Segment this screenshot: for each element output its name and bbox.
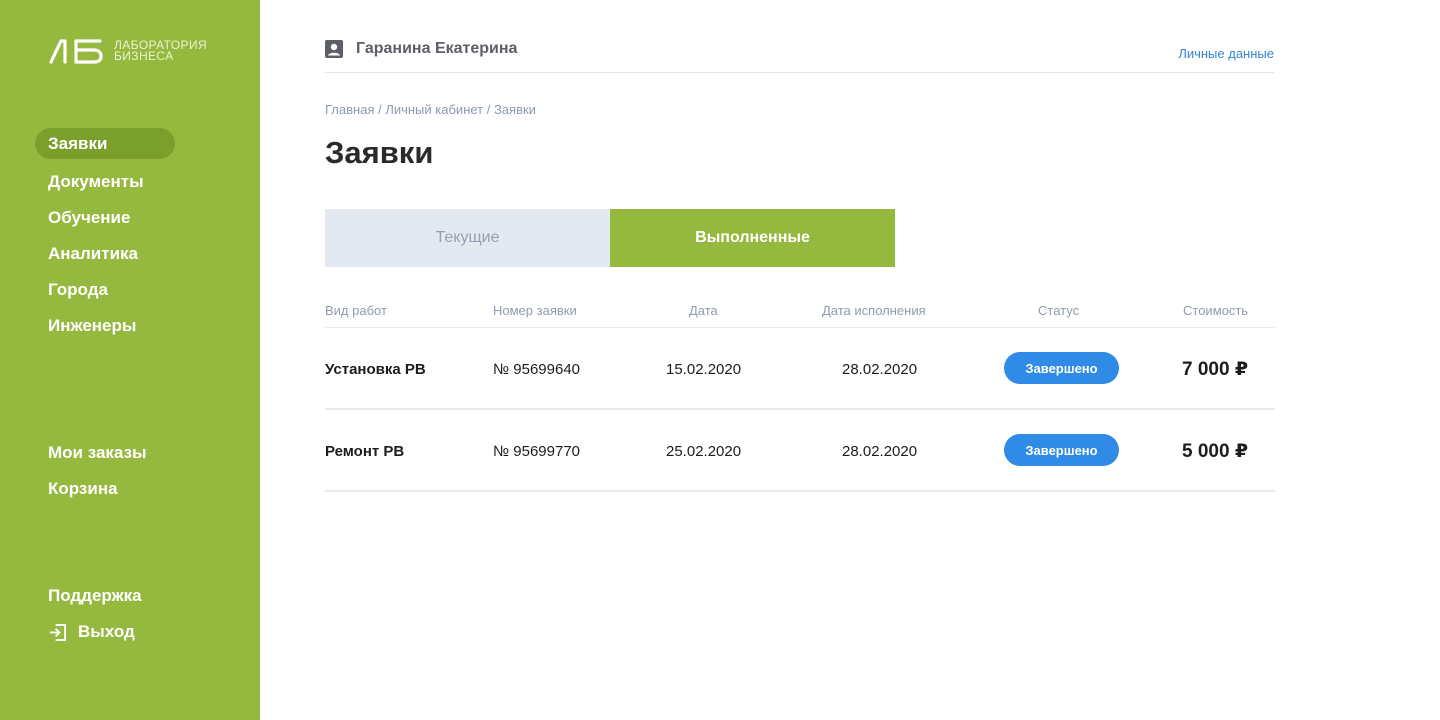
sidebar-orders-nav: Мои заказы Корзина: [35, 435, 235, 507]
tab-current[interactable]: Текущие: [325, 209, 610, 267]
cell-request-number: № 95699770: [493, 443, 580, 460]
logo-mark-icon: [49, 39, 103, 64]
breadcrumb[interactable]: Главная / Личный кабинет / Заявки: [325, 102, 536, 117]
cell-work-type: Установка РВ: [325, 361, 426, 378]
sidebar-item-education[interactable]: Обучение: [35, 200, 175, 236]
sidebar-item-analytics[interactable]: Аналитика: [35, 236, 175, 272]
page-title: Заявки: [325, 135, 434, 170]
column-header-status: Статус: [1038, 303, 1080, 318]
cell-work-type: Ремонт РВ: [325, 443, 405, 460]
sidebar-item-requests[interactable]: Заявки: [35, 128, 175, 159]
cell-price: 5 000 ₽: [1182, 441, 1249, 462]
cell-completion-date: 28.02.2020: [842, 443, 918, 460]
cell-date: 15.02.2020: [666, 361, 742, 378]
header: Гаранина Екатерина Личные данные: [325, 36, 1274, 73]
logo[interactable]: ЛАБОРАТОРИЯ БИЗНЕСА: [48, 38, 207, 64]
sidebar: ЛАБОРАТОРИЯ БИЗНЕСА Заявки Документы Обу…: [0, 0, 260, 720]
sidebar-bottom-nav: Поддержка Выход: [35, 578, 235, 650]
table-header: Вид работ Номер заявки Дата Дата исполне…: [325, 294, 1275, 328]
tabs: Текущие Выполненные: [325, 209, 895, 267]
personal-data-link[interactable]: Личные данные: [1178, 46, 1274, 61]
exit-icon: [49, 623, 67, 641]
requests-table: Вид работ Номер заявки Дата Дата исполне…: [325, 294, 1275, 492]
logo-text: ЛАБОРАТОРИЯ БИЗНЕСА: [114, 39, 207, 63]
sidebar-item-support[interactable]: Поддержка: [35, 578, 175, 614]
sidebar-item-my-orders[interactable]: Мои заказы: [35, 435, 175, 471]
sidebar-item-engineers[interactable]: Инженеры: [35, 308, 175, 344]
sidebar-main-nav: Заявки Документы Обучение Аналитика Горо…: [35, 128, 235, 344]
sidebar-item-logout[interactable]: Выход: [35, 614, 175, 650]
sidebar-item-documents[interactable]: Документы: [35, 164, 175, 200]
status-badge: Завершено: [1004, 352, 1119, 384]
cell-date: 25.02.2020: [666, 443, 742, 460]
tab-completed[interactable]: Выполненные: [610, 209, 895, 267]
sidebar-item-logout-label: Выход: [78, 622, 135, 641]
cell-completion-date: 28.02.2020: [842, 361, 918, 378]
cell-price: 7 000 ₽: [1182, 359, 1249, 380]
user-info: Гаранина Екатерина: [325, 40, 517, 58]
sidebar-item-cities[interactable]: Города: [35, 272, 175, 308]
table-row[interactable]: Ремонт РВ № 95699770 25.02.2020 28.02.20…: [325, 410, 1275, 492]
table-row[interactable]: Установка РВ № 95699640 15.02.2020 28.02…: [325, 328, 1275, 410]
logo-text-line2: БИЗНЕСА: [114, 49, 174, 63]
user-name: Гаранина Екатерина: [356, 40, 518, 57]
user-profile-icon: [325, 40, 343, 58]
column-header-date: Дата: [689, 303, 718, 318]
column-header-work-type: Вид работ: [325, 303, 387, 318]
sidebar-item-cart[interactable]: Корзина: [35, 471, 175, 507]
column-header-completion-date: Дата исполнения: [822, 303, 926, 318]
column-header-request-number: Номер заявки: [493, 303, 577, 318]
cell-request-number: № 95699640: [493, 361, 580, 378]
column-header-price: Стоимость: [1183, 303, 1249, 318]
status-badge: Завершено: [1004, 434, 1119, 466]
